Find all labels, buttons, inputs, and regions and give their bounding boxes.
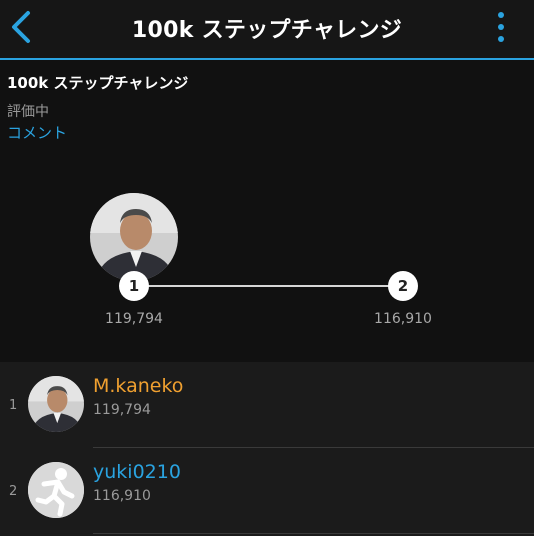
- runner-icon: [28, 462, 84, 518]
- app-screen: 100k ステップチャレンジ 100k ステップチャレンジ 評価中 コメント 1…: [0, 0, 534, 536]
- more-menu-button[interactable]: [492, 10, 512, 44]
- status-label: 評価中: [7, 104, 49, 120]
- user-photo-avatar: [90, 193, 178, 281]
- page-title: 100k ステップチャレンジ: [131, 18, 403, 43]
- leaderboard-row[interactable]: 2 yuki0210 116,910: [0, 448, 534, 534]
- track-value-2: 116,910: [374, 311, 432, 327]
- row-name: yuki0210: [93, 461, 181, 483]
- track-marker-2: 2: [388, 271, 418, 301]
- row-avatar: [28, 376, 84, 432]
- row-avatar: [28, 462, 84, 518]
- leaderboard: 1 M.kaneko 119,794 2 yuki0210 116,910: [0, 362, 534, 536]
- row-steps: 119,794: [93, 402, 151, 418]
- track-marker-1: 1: [119, 271, 149, 301]
- row-rank: 2: [9, 484, 18, 499]
- header-bar: 100k ステップチャレンジ: [0, 0, 534, 60]
- row-divider: [93, 533, 534, 534]
- row-steps: 116,910: [93, 488, 151, 504]
- leader-avatar: [90, 193, 178, 281]
- challenge-name: 100k ステップチャレンジ: [7, 74, 189, 92]
- user-photo-avatar: [28, 376, 84, 432]
- row-name: M.kaneko: [93, 375, 184, 397]
- track-value-1: 119,794: [105, 311, 163, 327]
- row-rank: 1: [9, 398, 18, 413]
- leaderboard-row[interactable]: 1 M.kaneko 119,794: [0, 362, 534, 448]
- race-track-line: [134, 285, 404, 287]
- comment-link[interactable]: コメント: [7, 122, 67, 143]
